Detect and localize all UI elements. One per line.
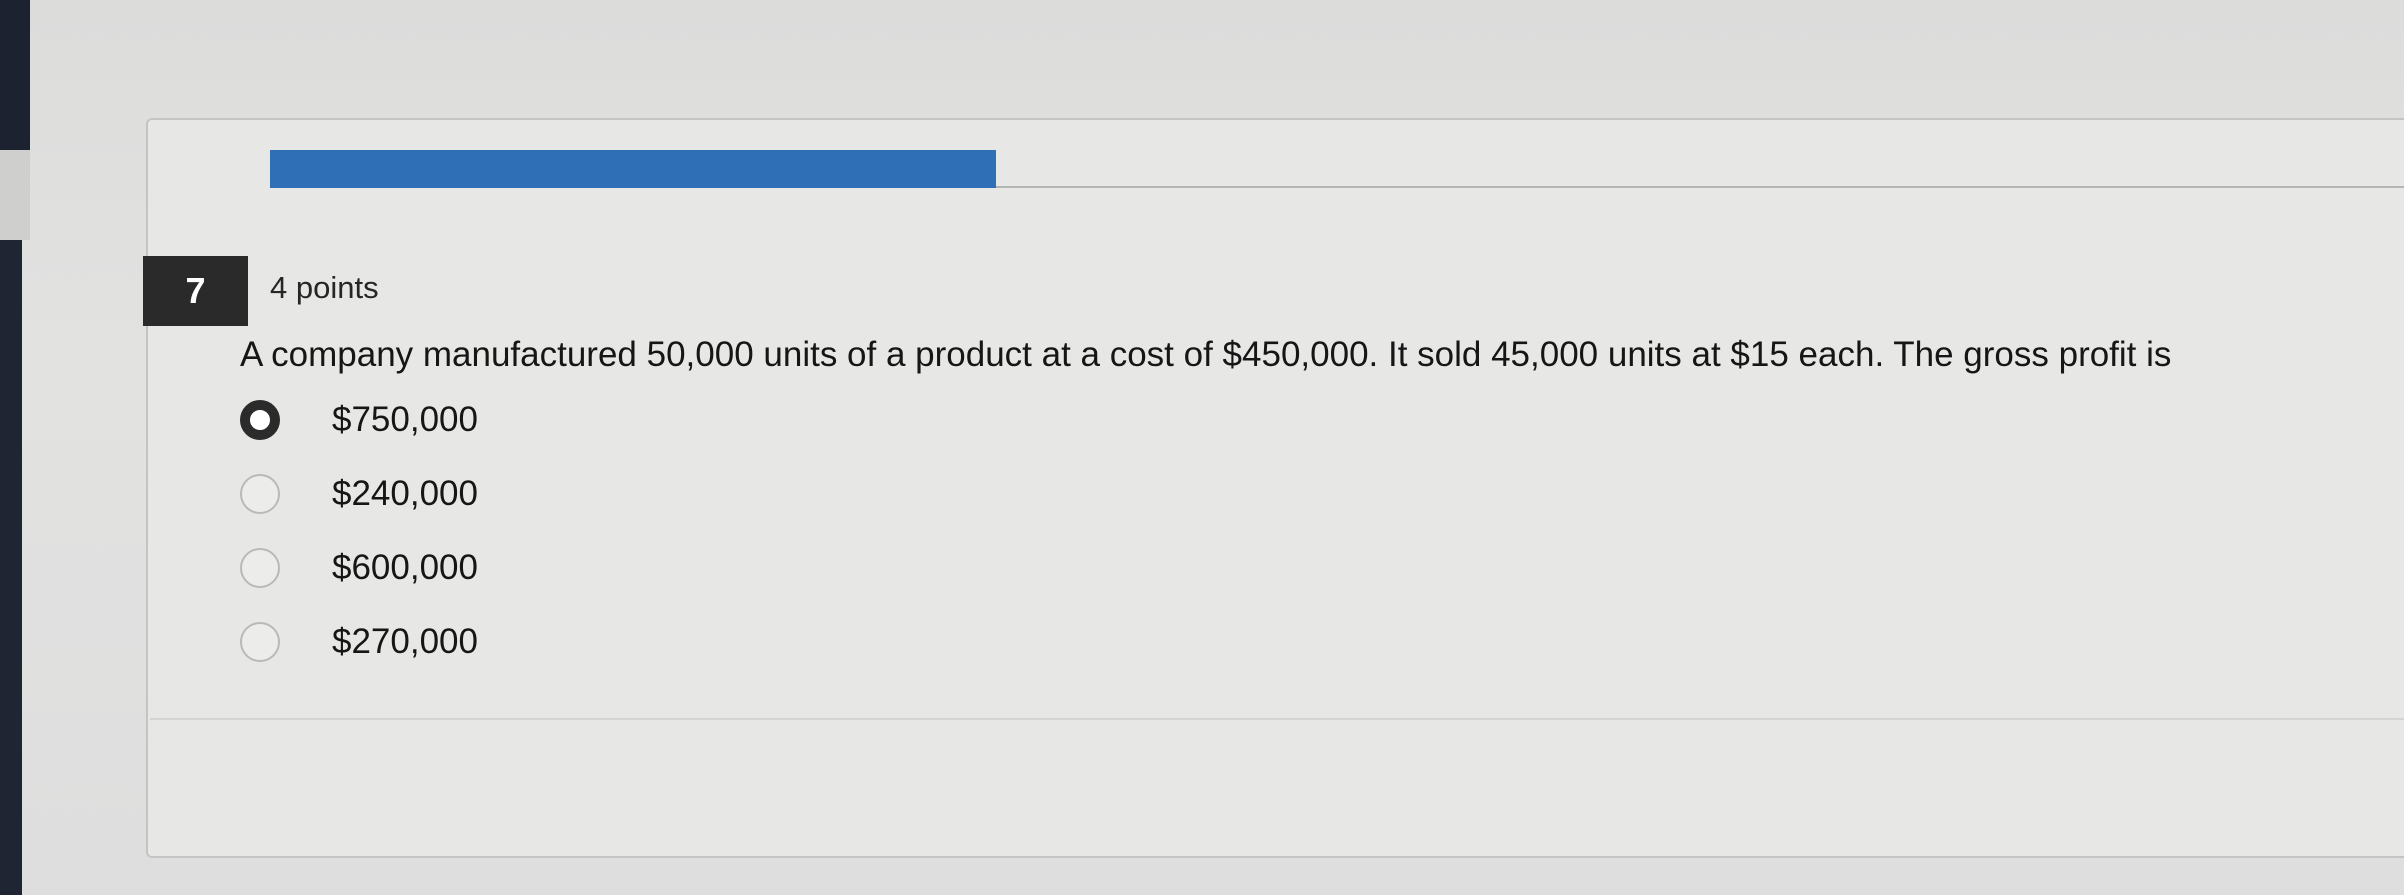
card-divider (150, 718, 2404, 720)
answer-option-label: $750,000 (332, 400, 478, 439)
progress-bar (270, 150, 996, 188)
answer-option-label: $600,000 (332, 548, 478, 587)
question-card (146, 118, 2404, 858)
answer-option-1[interactable]: $750,000 (240, 390, 478, 450)
radio-button[interactable] (240, 400, 280, 440)
answer-option-label: $270,000 (332, 622, 478, 661)
points-label: 4 points (270, 270, 379, 305)
answer-option-4[interactable]: $270,000 (240, 612, 478, 672)
answer-option-2[interactable]: $240,000 (240, 464, 478, 524)
radio-button[interactable] (240, 622, 280, 662)
question-text: A company manufactured 50,000 units of a… (240, 335, 2172, 374)
question-number-badge: 7 (143, 256, 248, 326)
side-rail-lower (0, 240, 22, 895)
answer-option-label: $240,000 (332, 474, 478, 513)
side-rail (0, 0, 30, 150)
side-rail-gap (0, 150, 30, 240)
answer-option-3[interactable]: $600,000 (240, 538, 478, 598)
radio-button[interactable] (240, 548, 280, 588)
radio-button[interactable] (240, 474, 280, 514)
